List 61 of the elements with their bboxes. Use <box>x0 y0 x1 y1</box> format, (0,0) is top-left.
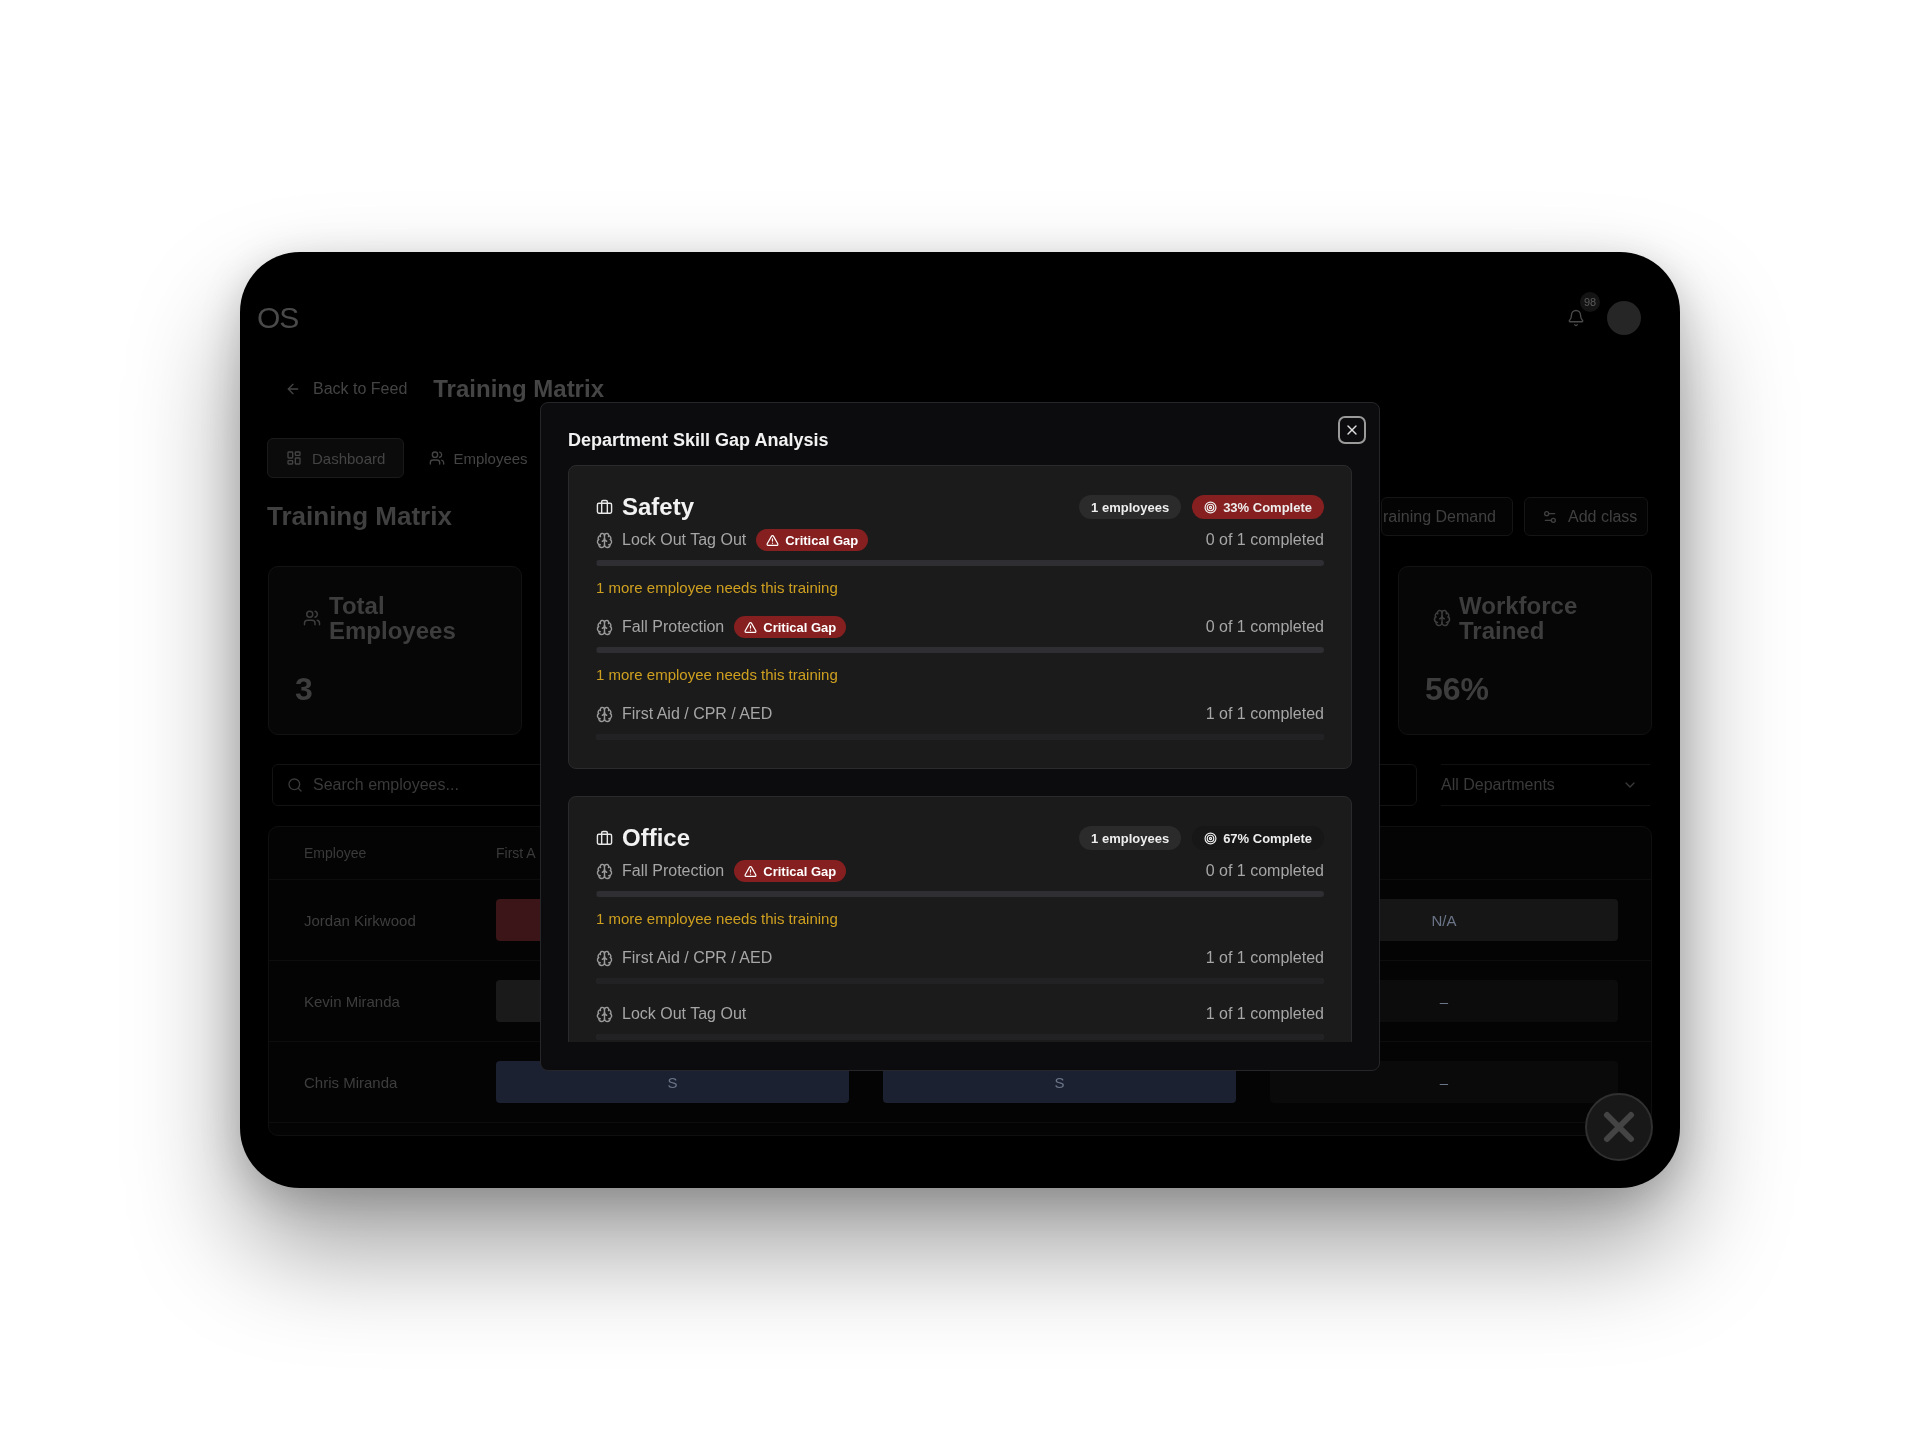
briefcase-icon <box>596 829 613 847</box>
skill-name: Fall Protection <box>622 618 725 636</box>
tab[interactable]: Employees <box>416 438 541 478</box>
section-heading: Training Matrix <box>267 501 452 532</box>
dialog-title: Department Skill Gap Analysis <box>568 429 830 451</box>
brain-icon <box>596 862 613 880</box>
department-select[interactable]: All Departments <box>1441 764 1650 806</box>
skill-name: Lock Out Tag Out <box>622 531 747 549</box>
department-name: Safety <box>622 493 695 521</box>
brain-icon <box>596 1005 613 1023</box>
close-button[interactable] <box>1338 416 1366 444</box>
search-icon <box>287 777 303 793</box>
employee-name: Chris Miranda <box>303 1073 398 1091</box>
notification-badge: 98 <box>1580 292 1600 312</box>
bell-icon[interactable] <box>1567 309 1585 327</box>
users-icon <box>429 450 446 466</box>
completion-count: 1 of 1 completed <box>1205 949 1324 967</box>
training-note: 1 more employee needs this training <box>596 910 839 928</box>
critical-gap-label: Critical Gap <box>763 863 837 879</box>
employee-name: Kevin Miranda <box>303 992 400 1010</box>
status-cell: – <box>1270 1061 1618 1103</box>
skill-name: Fall Protection <box>622 862 725 880</box>
completion-count: 0 of 1 completed <box>1205 618 1324 636</box>
warning-icon <box>744 620 758 634</box>
users-icon <box>303 609 321 627</box>
add-class-button[interactable]: Add class <box>1524 497 1648 536</box>
brain-icon <box>596 705 613 723</box>
brain-icon <box>596 618 613 636</box>
department-name: Office <box>622 824 690 852</box>
completion-label: 33% Complete <box>1223 499 1312 515</box>
completion-label: 67% Complete <box>1223 830 1312 846</box>
brain-icon <box>596 531 613 549</box>
employee-count-badge: 1 employees <box>1079 826 1182 850</box>
target-icon <box>1204 831 1218 845</box>
skill-name: First Aid / CPR / AED <box>622 949 773 967</box>
briefcase-icon <box>596 498 613 516</box>
skill-name: Lock Out Tag Out <box>622 1005 747 1023</box>
training-demand-button[interactable]: raining Demand <box>1381 497 1513 536</box>
employee-count-badge: 1 employees <box>1079 495 1182 519</box>
training-note: 1 more employee needs this training <box>596 579 839 597</box>
app-logo: OS <box>257 301 299 335</box>
employee-name: Jordan Kirkwood <box>303 911 416 929</box>
brain-icon <box>596 949 613 967</box>
target-icon <box>1204 500 1218 514</box>
avatar[interactable] <box>1607 301 1641 335</box>
warning-icon <box>766 533 780 547</box>
brain-icon <box>1433 609 1451 627</box>
training-note: 1 more employee needs this training <box>596 666 839 684</box>
critical-gap-label: Critical Gap <box>763 619 837 635</box>
x-mark-icon <box>1602 1110 1636 1144</box>
critical-gap-label: Critical Gap <box>785 532 859 548</box>
dashboard-grid-icon <box>286 450 302 466</box>
completion-count: 0 of 1 completed <box>1205 862 1324 880</box>
warning-icon <box>744 864 758 878</box>
completion-count: 1 of 1 completed <box>1205 705 1324 723</box>
skill-name: First Aid / CPR / AED <box>622 705 773 723</box>
back-link[interactable]: Back to Feed <box>285 380 408 398</box>
tab[interactable]: Dashboard <box>267 438 405 478</box>
completion-count: 0 of 1 completed <box>1205 531 1324 549</box>
sliders-icon <box>1542 508 1558 525</box>
page-title: Training Matrix <box>433 375 604 403</box>
